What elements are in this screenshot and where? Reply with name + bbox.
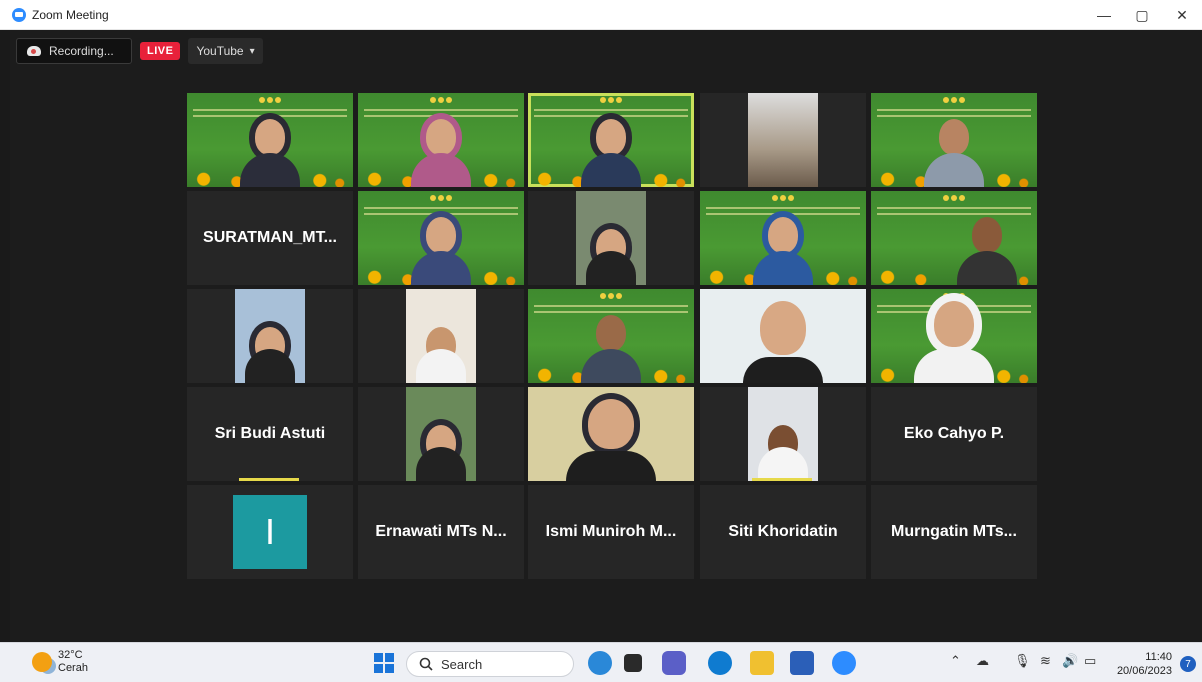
participant-video (581, 311, 641, 383)
search-placeholder: Search (441, 656, 483, 672)
participant-name-tile[interactable]: SURATMAN_MT... (187, 191, 353, 285)
participant-name: Ismi Muniroh M... (545, 523, 677, 540)
video-tile[interactable] (187, 289, 353, 383)
video-tile[interactable] (358, 387, 524, 481)
participant-video (406, 289, 476, 383)
participant-name: Ernawati MTs N... (375, 523, 507, 540)
video-tile[interactable] (871, 93, 1037, 187)
participant-figure (586, 225, 636, 285)
participant-video (240, 115, 300, 187)
temperature: 32°C (58, 649, 83, 661)
video-tile[interactable] (528, 387, 694, 481)
clock-time: 11:40 (1145, 651, 1172, 663)
video-tile[interactable] (528, 191, 694, 285)
bing-icon[interactable] (588, 651, 612, 675)
participant-name-tile[interactable]: Ernawati MTs N... (358, 485, 524, 579)
video-tile[interactable] (871, 289, 1037, 383)
wifi-icon[interactable]: ≋ (1040, 653, 1051, 669)
active-speaker-tile[interactable] (528, 93, 694, 187)
participant-name: Sri Budi Astuti (214, 425, 326, 442)
clock[interactable]: 11:40 20/06/2023 (1110, 650, 1172, 678)
zoom-logo-icon (12, 7, 26, 22)
participant-video (576, 191, 646, 285)
stream-destination-dropdown[interactable]: YouTube ▾ (188, 38, 263, 64)
video-tile[interactable] (700, 93, 866, 187)
participant-video (748, 387, 818, 481)
participant-video (406, 387, 476, 481)
speaking-indicator (239, 478, 299, 481)
video-tile[interactable] (871, 191, 1037, 285)
word-icon[interactable] (790, 651, 814, 675)
stream-label: YouTube (196, 44, 244, 58)
participant-video (924, 115, 984, 187)
zoom-app-icon[interactable] (832, 651, 856, 675)
chevron-up-icon[interactable]: ⌃ (950, 653, 961, 669)
participant-video (743, 297, 823, 383)
taskbar-search[interactable]: Search (406, 651, 574, 677)
video-tile[interactable] (358, 289, 524, 383)
clock-date: 20/06/2023 (1116, 665, 1172, 677)
window-title: Zoom Meeting (32, 7, 109, 22)
close-button[interactable]: ✕ (1162, 0, 1202, 30)
minimize-button[interactable]: — (1084, 0, 1124, 30)
battery-icon[interactable]: ▭ (1084, 653, 1096, 669)
maximize-button[interactable]: ▢ (1122, 0, 1162, 30)
participant-name-tile[interactable]: Ismi Muniroh M... (528, 485, 694, 579)
cloud-icon[interactable]: ☁ (976, 653, 989, 669)
video-tile[interactable] (700, 289, 866, 383)
speaking-indicator (752, 478, 812, 481)
participant-video (957, 213, 1018, 285)
participant-figure (416, 323, 466, 383)
participant-video (235, 289, 305, 383)
notification-badge[interactable]: 7 (1180, 656, 1196, 672)
windows-start-icon[interactable] (372, 651, 396, 675)
video-tile[interactable] (358, 191, 524, 285)
video-tile[interactable] (700, 191, 866, 285)
recording-button[interactable]: Recording... (16, 38, 132, 64)
video-tile[interactable] (700, 387, 866, 481)
participant-avatar-tile[interactable]: I (187, 485, 353, 579)
meeting-top-bar: Recording... LIVE YouTube ▾ (16, 38, 263, 64)
search-icon (419, 657, 433, 671)
participant-video (914, 297, 994, 383)
file-explorer-icon[interactable] (750, 651, 774, 675)
weather-condition: Cerah (58, 662, 88, 674)
participant-figure (245, 323, 295, 383)
participant-figure (758, 421, 808, 481)
microphone-icon[interactable]: 🎙 (1014, 653, 1031, 669)
task-view-icon[interactable] (624, 654, 642, 672)
participant-video (566, 395, 656, 481)
participant-name-tile[interactable]: Murngatin MTs... (871, 485, 1037, 579)
participant-video (411, 213, 471, 285)
meeting-area: Recording... LIVE YouTube ▾ SURATMAN_MT.… (10, 30, 1202, 642)
live-badge[interactable]: LIVE (140, 42, 181, 60)
taskbar: 32°C Cerah Search ⌃ ☁ 🎙 ≋ 🔊 ▭ 11:40 20/0… (0, 642, 1202, 682)
partly-sunny-icon (32, 652, 52, 672)
participant-name: Eko Cahyo P. (903, 425, 1005, 442)
participant-video (753, 213, 813, 285)
cloud-recording-icon (27, 46, 41, 56)
title-bar: Zoom Meeting — ▢ ✕ (0, 0, 1202, 30)
participant-video (748, 93, 818, 187)
participant-name-tile[interactable]: Sri Budi Astuti (187, 387, 353, 481)
recording-label: Recording... (49, 44, 114, 58)
participant-figure (416, 421, 466, 481)
video-tile[interactable] (187, 93, 353, 187)
video-tile[interactable] (358, 93, 524, 187)
speaker-icon[interactable]: 🔊 (1062, 653, 1078, 669)
video-tile[interactable] (528, 289, 694, 383)
chevron-down-icon: ▾ (249, 45, 255, 57)
edge-browser-icon[interactable] (708, 651, 732, 675)
participant-video (411, 115, 471, 187)
participant-name: Siti Khoridatin (728, 523, 838, 540)
participant-name: Murngatin MTs... (891, 523, 1017, 540)
participant-name: SURATMAN_MT... (203, 229, 337, 246)
teams-chat-icon[interactable] (662, 651, 686, 675)
avatar: I (233, 495, 307, 569)
participant-name-tile[interactable]: Eko Cahyo P. (871, 387, 1037, 481)
weather-widget[interactable]: 32°C Cerah (32, 649, 88, 675)
participant-name-tile[interactable]: Siti Khoridatin (700, 485, 866, 579)
participant-video (581, 115, 641, 187)
